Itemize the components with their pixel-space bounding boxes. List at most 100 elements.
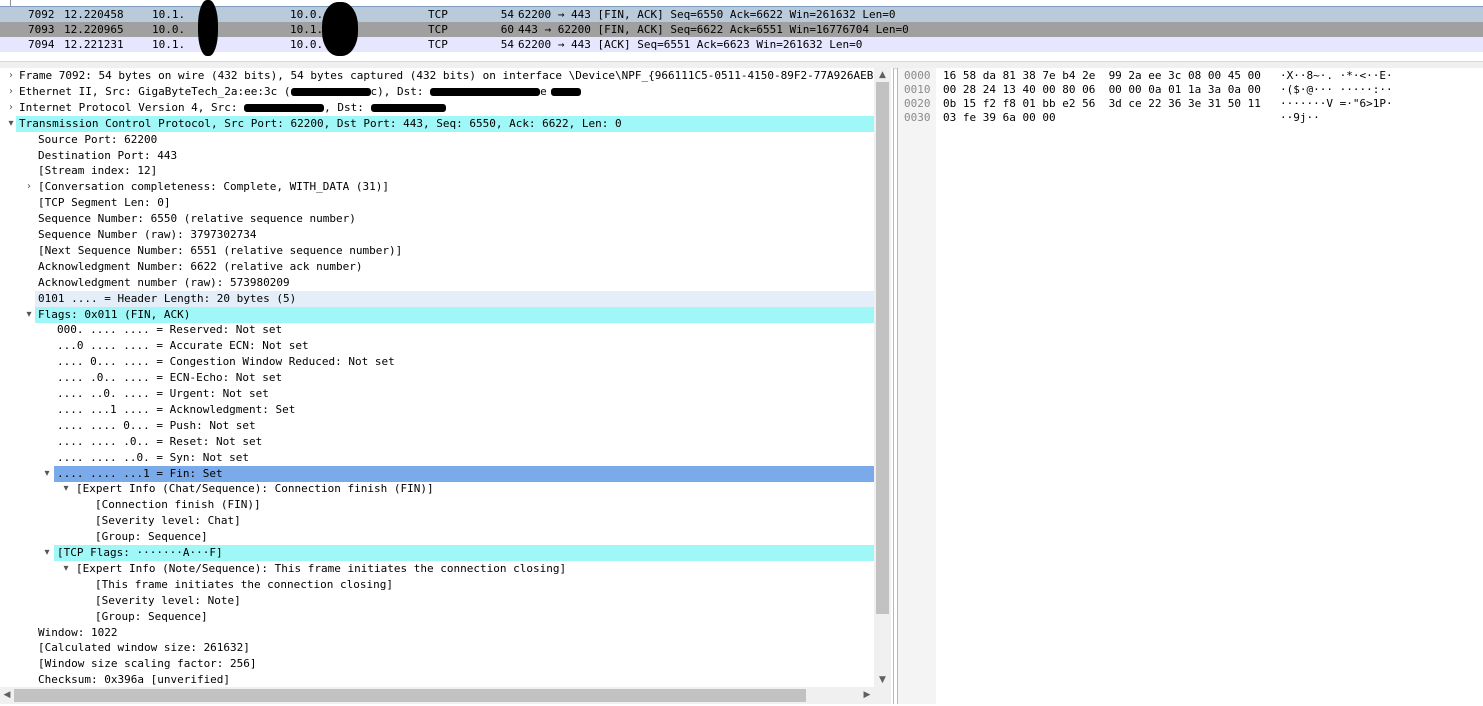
bytes-row[interactable]: 0030 03 fe 39 6a 00 00 ··9j·· xyxy=(898,111,1483,125)
detail-row[interactable]: Acknowledgment Number: 6622 (relative ac… xyxy=(0,259,874,275)
detail-row[interactable]: ...0 .... .... = Accurate ECN: Not set xyxy=(0,338,874,354)
packet-list[interactable]: 7092 12.220458 10.1. 10.0. TCP 54 62200 → 443 … xyxy=(0,0,1483,60)
collapsed-arrow-icon[interactable]: › xyxy=(6,100,16,116)
packet-source: 10.0. xyxy=(152,23,186,36)
detail-row[interactable]: [Connection finish (FIN)] xyxy=(0,497,874,513)
vertical-scroll-thumb[interactable] xyxy=(876,82,889,614)
detail-row[interactable]: ▾ Transmission Control Protocol, Src Port… xyxy=(0,115,874,132)
detail-row[interactable]: [Next Sequence Number: 6551 (relative se… xyxy=(0,243,874,259)
detail-row[interactable]: ▾ .... .... ...1 = Fin: Set xyxy=(0,465,874,482)
bytes-ascii[interactable]: ·······V =·"6>1P· xyxy=(1280,97,1393,111)
detail-row[interactable]: Source Port: 62200 xyxy=(0,132,874,148)
detail-text: Acknowledgment Number: 6622 (relative ac… xyxy=(38,259,363,275)
detail-label: Transmission Control Protocol, Src Port:… xyxy=(19,116,622,130)
detail-row[interactable]: .... .... 0... = Push: Not set xyxy=(0,418,874,434)
detail-row[interactable]: 000. .... .... = Reserved: Not set xyxy=(0,322,874,338)
detail-row[interactable]: ▾ [TCP Flags: ·······A···F] xyxy=(0,545,874,561)
expanded-arrow-icon[interactable]: ▾ xyxy=(61,561,71,577)
details-horizontal-scrollbar[interactable]: ◀ ▶ xyxy=(0,687,874,704)
collapsed-arrow-icon[interactable]: › xyxy=(24,179,34,195)
bytes-hex[interactable]: 0b 15 f2 f8 01 bb e2 56 3d ce 22 36 3e 3… xyxy=(943,97,1261,111)
detail-row[interactable]: [This frame initiates the connection clo… xyxy=(0,577,874,593)
detail-label: Internet Protocol Version 4, Src: xyxy=(19,100,245,114)
bytes-ascii[interactable]: ··9j·· xyxy=(1280,111,1320,125)
bytes-offset: 0020 xyxy=(904,97,931,110)
detail-row[interactable]: [Severity level: Chat] xyxy=(0,513,874,529)
collapsed-arrow-icon[interactable]: › xyxy=(6,68,16,84)
detail-row[interactable]: .... ...1 .... = Acknowledgment: Set xyxy=(0,402,874,418)
packet-info: 62200 → 443 [ACK] Seq=6551 Ack=6623 Win=… xyxy=(518,38,863,51)
bytes-hex[interactable]: 00 28 24 13 40 00 80 06 00 00 0a 01 1a 3… xyxy=(943,83,1261,97)
detail-row[interactable]: ▾ Flags: 0x011 (FIN, ACK) xyxy=(0,306,874,323)
detail-label: [Calculated window size: 261632] xyxy=(38,641,250,655)
bytes-row[interactable]: 0010 00 28 24 13 40 00 80 06 00 00 0a 01 … xyxy=(898,83,1483,97)
expanded-arrow-icon[interactable]: ▾ xyxy=(6,116,16,132)
detail-row[interactable]: › Frame 7092: 54 bytes on wire (432 bits)… xyxy=(0,68,874,84)
bytes-row[interactable]: 0000 16 58 da 81 38 7e b4 2e 99 2a ee 3c … xyxy=(898,69,1483,83)
packet-row[interactable]: 7092 12.220458 10.1. 10.0. TCP 54 62200 → 443 … xyxy=(0,6,1483,23)
bytes-ascii[interactable]: ·($·@··· ·····:·· xyxy=(1280,83,1393,97)
detail-row[interactable]: .... .... .0.. = Reset: Not set xyxy=(0,434,874,450)
bytes-hex[interactable]: 03 fe 39 6a 00 00 xyxy=(943,111,1056,125)
packet-time: 12.221231 xyxy=(64,38,124,51)
scroll-right-icon[interactable]: ▶ xyxy=(860,687,874,704)
detail-text: Ethernet II, Src: GigaByteTech_2a:ee:3c … xyxy=(19,84,581,100)
bytes-ascii[interactable]: ·X··8~·. ·*·<··E· xyxy=(1280,69,1393,83)
detail-row[interactable]: [Severity level: Note] xyxy=(0,593,874,609)
details-vertical-scrollbar[interactable]: ▲ ▼ xyxy=(874,68,891,687)
collapsed-arrow-icon[interactable]: › xyxy=(6,84,16,100)
redacted-address xyxy=(430,87,541,96)
detail-row[interactable]: ▾ [Expert Info (Note/Sequence): This fram… xyxy=(0,561,874,577)
packet-details-tree[interactable]: › Frame 7092: 54 bytes on wire (432 bits)… xyxy=(0,68,874,687)
horizontal-scroll-thumb[interactable] xyxy=(14,689,806,702)
detail-row[interactable]: Destination Port: 443 xyxy=(0,148,874,164)
detail-row[interactable]: .... .... ..0. = Syn: Not set xyxy=(0,450,874,466)
detail-row[interactable]: 0101 .... = Header Length: 20 bytes (5) xyxy=(0,290,874,307)
expanded-arrow-icon[interactable]: ▾ xyxy=(42,545,52,561)
detail-row[interactable]: Checksum: 0x396a [unverified] xyxy=(0,672,874,687)
expanded-arrow-icon[interactable]: ▾ xyxy=(42,466,52,482)
detail-row[interactable]: [Group: Sequence] xyxy=(0,609,874,625)
detail-text: 0101 .... = Header Length: 20 bytes (5) xyxy=(38,291,296,307)
detail-text: Checksum: 0x396a [unverified] xyxy=(38,672,230,687)
detail-row[interactable]: ▾ [Expert Info (Chat/Sequence): Connectio… xyxy=(0,481,874,497)
packet-row[interactable]: 7093 12.220965 10.0. 10.1. TCP 60 443 → 62200 … xyxy=(0,22,1483,37)
expanded-arrow-icon[interactable]: ▾ xyxy=(24,307,34,323)
scroll-left-icon[interactable]: ◀ xyxy=(0,687,14,704)
detail-row[interactable]: › [Conversation completeness: Complete, W… xyxy=(0,179,874,195)
detail-row[interactable]: .... .0.. .... = ECN-Echo: Not set xyxy=(0,370,874,386)
expanded-arrow-icon[interactable]: ▾ xyxy=(61,481,71,497)
packet-details-pane[interactable]: › Frame 7092: 54 bytes on wire (432 bits)… xyxy=(0,68,894,704)
detail-row[interactable]: › Internet Protocol Version 4, Src: , Dst… xyxy=(0,100,874,116)
detail-row[interactable]: [Calculated window size: 261632] xyxy=(0,640,874,656)
bytes-row[interactable]: 0020 0b 15 f2 f8 01 bb e2 56 3d ce 22 36 … xyxy=(898,97,1483,111)
detail-row[interactable]: .... 0... .... = Congestion Window Reduc… xyxy=(0,354,874,370)
detail-text: [Stream index: 12] xyxy=(38,163,157,179)
detail-label: Acknowledgment number (raw): 573980209 xyxy=(38,275,290,289)
detail-row[interactable]: Acknowledgment number (raw): 573980209 xyxy=(0,275,874,291)
scroll-down-icon[interactable]: ▼ xyxy=(874,673,891,687)
detail-row[interactable]: [Group: Sequence] xyxy=(0,529,874,545)
detail-row[interactable]: Window: 1022 xyxy=(0,625,874,641)
detail-label: .... ...1 .... = Acknowledgment: Set xyxy=(57,402,296,416)
detail-label: .... .... .0.. = Reset: Not set xyxy=(57,434,263,448)
detail-text: [TCP Segment Len: 0] xyxy=(38,195,170,211)
packet-info: 443 → 62200 [FIN, ACK] Seq=6622 Ack=6551… xyxy=(518,23,909,36)
detail-row[interactable]: › Ethernet II, Src: GigaByteTech_2a:ee:3c… xyxy=(0,84,874,100)
scroll-up-icon[interactable]: ▲ xyxy=(874,68,891,82)
detail-text: [Window size scaling factor: 256] xyxy=(38,656,257,672)
detail-row[interactable]: .... ..0. .... = Urgent: Not set xyxy=(0,386,874,402)
packet-row[interactable]: 7094 12.221231 10.1. 10.0. TCP 54 62200 → 443 … xyxy=(0,37,1483,52)
detail-label: [Severity level: Chat] xyxy=(95,514,241,528)
redacted-address xyxy=(370,103,446,112)
detail-row[interactable]: Sequence Number (raw): 3797302734 xyxy=(0,227,874,243)
detail-row[interactable]: [Stream index: 12] xyxy=(0,163,874,179)
detail-label: [Connection finish (FIN)] xyxy=(95,498,261,512)
bytes-hex[interactable]: 16 58 da 81 38 7e b4 2e 99 2a ee 3c 08 0… xyxy=(943,69,1261,83)
packet-bytes-pane[interactable]: 0000 16 58 da 81 38 7e b4 2e 99 2a ee 3c … xyxy=(897,68,1483,704)
detail-row[interactable]: [TCP Segment Len: 0] xyxy=(0,195,874,211)
detail-row[interactable]: Sequence Number: 6550 (relative sequence… xyxy=(0,211,874,227)
detail-text: Flags: 0x011 (FIN, ACK) xyxy=(38,307,190,323)
detail-row[interactable]: [Window size scaling factor: 256] xyxy=(0,656,874,672)
detail-label: [Next Sequence Number: 6551 (relative se… xyxy=(38,243,403,257)
